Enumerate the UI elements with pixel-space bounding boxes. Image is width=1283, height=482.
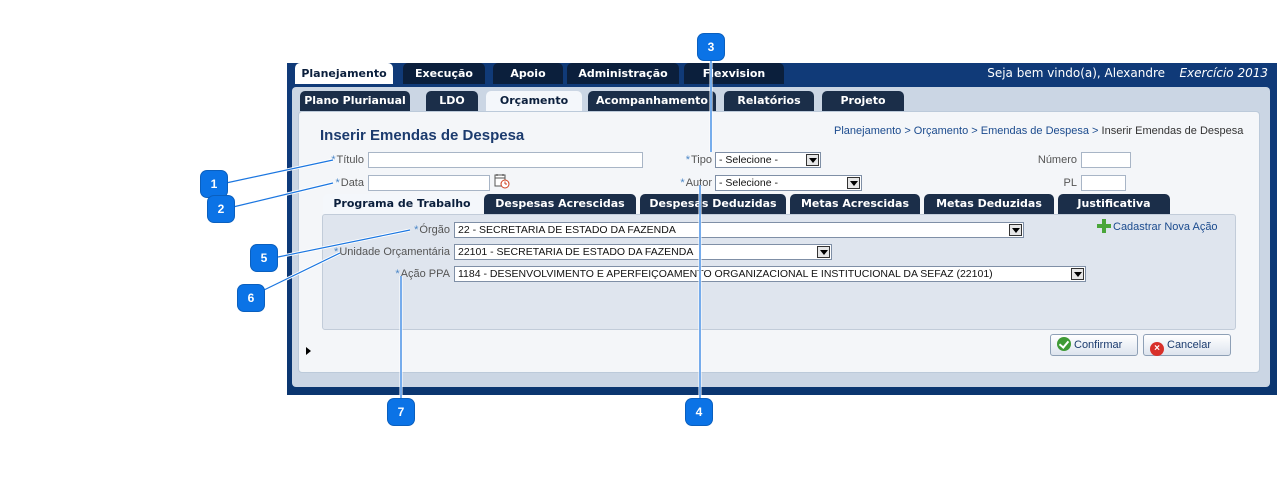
callout-lines <box>225 60 713 399</box>
callout-2: 2 <box>208 196 234 222</box>
callout-5: 5 <box>251 245 277 271</box>
callout-7: 7 <box>388 399 414 425</box>
callout-1: 1 <box>201 171 227 197</box>
callout-3: 3 <box>698 34 724 60</box>
callout-4: 4 <box>686 399 712 425</box>
callout-6: 6 <box>238 285 264 311</box>
